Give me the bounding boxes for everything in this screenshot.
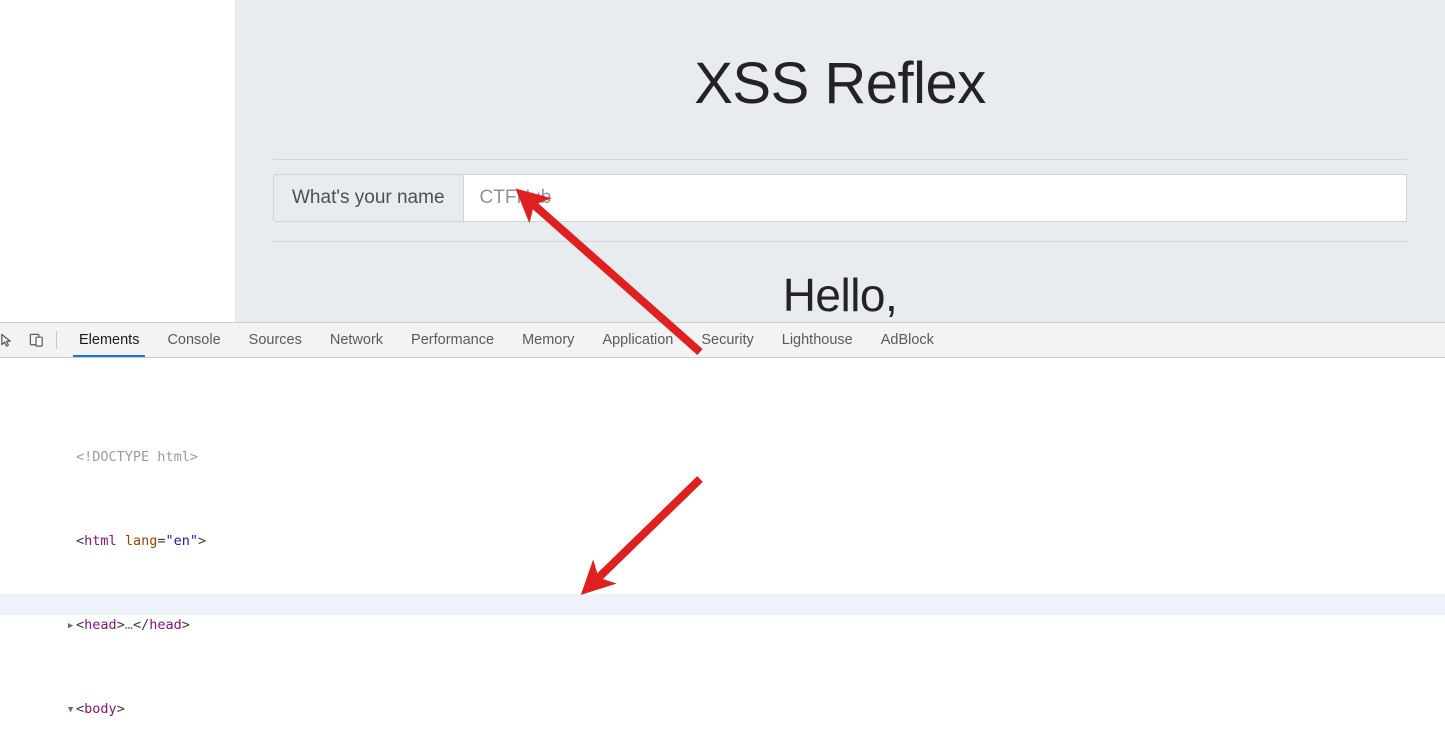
devtools-panel: Elements Console Sources Network Perform… xyxy=(0,322,1445,734)
dom-row-head[interactable]: ▶ <head>…</head> xyxy=(0,594,1445,633)
tab-console[interactable]: Console xyxy=(153,323,234,357)
browser-page-viewport: XSS Reflex What's your name Hello, xyxy=(0,0,1445,322)
dom-tree[interactable]: ▶<!DOCTYPE html> ▶<html lang="en"> ▶<hea… xyxy=(0,358,1445,734)
dom-row-body[interactable]: ▼ <body> xyxy=(0,678,1445,717)
dom-row[interactable]: ▶<html lang="en"> xyxy=(0,510,1445,549)
name-input[interactable] xyxy=(462,173,1407,222)
input-group-prepend-label: What's your name xyxy=(273,173,463,222)
toolbar-separator xyxy=(56,331,57,349)
tab-security[interactable]: Security xyxy=(687,323,767,357)
tab-adblock[interactable]: AdBlock xyxy=(867,323,948,357)
tab-performance[interactable]: Performance xyxy=(397,323,508,357)
attr-lang-name: lang xyxy=(124,533,158,549)
screen: XSS Reflex What's your name Hello, xyxy=(0,0,1445,734)
divider-top xyxy=(273,158,1407,160)
tab-sources[interactable]: Sources xyxy=(235,323,316,357)
jumbotron: XSS Reflex What's your name Hello, xyxy=(235,0,1445,322)
tab-network[interactable]: Network xyxy=(316,323,397,357)
tab-application[interactable]: Application xyxy=(588,323,687,357)
attr-lang-value: "en" xyxy=(165,533,198,549)
dom-doctype: <!DOCTYPE html> xyxy=(76,449,198,465)
page-title: XSS Reflex xyxy=(694,51,986,116)
divider-middle xyxy=(273,240,1407,242)
dom-row[interactable]: ▶<!DOCTYPE html> xyxy=(0,426,1445,465)
tab-elements[interactable]: Elements xyxy=(65,323,153,357)
page-container: XSS Reflex What's your name Hello, xyxy=(235,0,1445,322)
tab-memory[interactable]: Memory xyxy=(508,323,588,357)
name-input-group: What's your name xyxy=(273,173,1407,222)
output-greeting: Hello, xyxy=(782,268,898,321)
tab-lighthouse[interactable]: Lighthouse xyxy=(768,323,867,357)
devtools-tabs: Elements Console Sources Network Perform… xyxy=(65,323,948,357)
device-toolbar-icon[interactable] xyxy=(22,323,50,357)
devtools-toolbar: Elements Console Sources Network Perform… xyxy=(0,323,1445,358)
inspect-element-icon[interactable] xyxy=(0,323,22,357)
